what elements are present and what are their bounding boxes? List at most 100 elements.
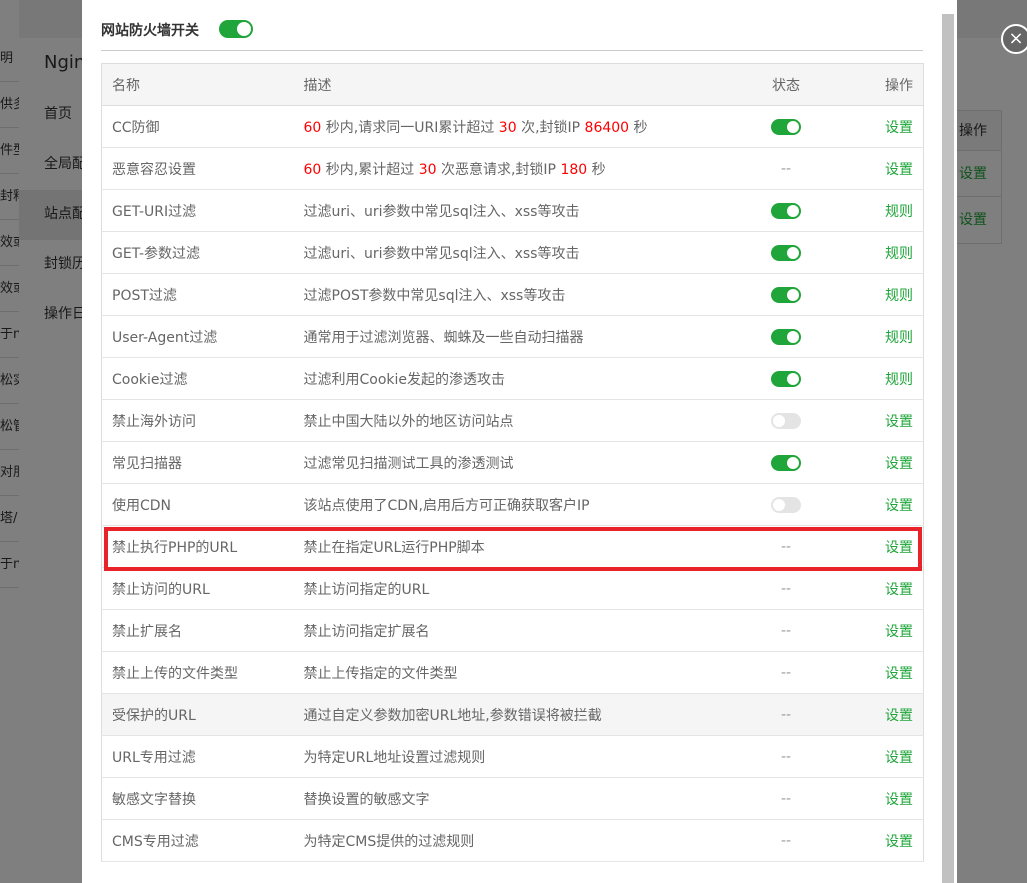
rule-settings-link[interactable]: 设置 bbox=[885, 162, 913, 178]
rule-operation-cell: 规则 bbox=[828, 231, 924, 274]
rule-status-toggle[interactable] bbox=[771, 118, 801, 135]
table-row: Cookie过滤 过滤利用Cookie发起的渗透攻击 规则 bbox=[101, 357, 924, 400]
table-row: POST过滤 过滤POST参数中常见sql注入、xss等攻击 规则 bbox=[101, 273, 924, 316]
rule-status-toggle[interactable] bbox=[771, 328, 801, 345]
rule-status-cell bbox=[743, 315, 829, 358]
rule-status-cell bbox=[743, 357, 829, 400]
rule-rules-link[interactable]: 规则 bbox=[885, 246, 913, 262]
rule-status-cell bbox=[743, 441, 829, 484]
rule-settings-link[interactable]: 设置 bbox=[885, 834, 913, 850]
rule-name: 禁止上传的文件类型 bbox=[101, 651, 294, 694]
rule-settings-link[interactable]: 设置 bbox=[885, 666, 913, 682]
rule-status-toggle[interactable] bbox=[771, 370, 801, 387]
firewall-switch-header: 网站防火墙开关 bbox=[101, 16, 923, 51]
rule-status-text: -- bbox=[780, 706, 792, 723]
rule-description: 替换设置的敏感文字 bbox=[293, 777, 744, 820]
rule-name: 敏感文字替换 bbox=[101, 777, 294, 820]
table-row: URL专用过滤 为特定URL地址设置过滤规则 -- 设置 bbox=[101, 735, 924, 778]
rule-description: 60 秒内,累计超过 30 次恶意请求,封锁IP 180 秒 bbox=[293, 147, 744, 190]
rule-parameter-value: 30 bbox=[498, 119, 517, 136]
rule-name: 禁止扩展名 bbox=[101, 609, 294, 652]
rule-description: 禁止访问指定扩展名 bbox=[293, 609, 744, 652]
rule-rules-link[interactable]: 规则 bbox=[885, 330, 913, 346]
rule-operation-cell: 设置 bbox=[828, 483, 924, 526]
rule-parameter-value: 86400 bbox=[584, 119, 630, 136]
rule-status-placeholder: -- bbox=[743, 147, 829, 190]
rule-settings-link[interactable]: 设置 bbox=[885, 624, 913, 640]
rule-description-text: 秒 bbox=[629, 119, 648, 136]
rule-operation-cell: 设置 bbox=[828, 609, 924, 652]
rule-settings-link[interactable]: 设置 bbox=[885, 414, 913, 430]
table-row: 禁止上传的文件类型 禁止上传指定的文件类型 -- 设置 bbox=[101, 651, 924, 694]
rule-settings-link[interactable]: 设置 bbox=[885, 750, 913, 766]
column-header-name: 名称 bbox=[101, 63, 294, 106]
rule-settings-link[interactable]: 设置 bbox=[885, 120, 913, 136]
rule-description: 禁止访问指定的URL bbox=[293, 567, 744, 610]
rule-parameter-value: 60 bbox=[303, 119, 322, 136]
rule-name: 受保护的URL bbox=[101, 693, 294, 736]
rule-name: GET-URI过滤 bbox=[101, 189, 294, 232]
rule-operation-cell: 设置 bbox=[828, 693, 924, 736]
rule-rules-link[interactable]: 规则 bbox=[885, 204, 913, 220]
rule-description: 过滤利用Cookie发起的渗透攻击 bbox=[293, 357, 744, 400]
rule-name: User-Agent过滤 bbox=[101, 315, 294, 358]
rule-rules-link[interactable]: 规则 bbox=[885, 288, 913, 304]
rule-operation-cell: 设置 bbox=[828, 525, 924, 568]
dialog-scrollbar[interactable] bbox=[942, 14, 954, 883]
rule-settings-link[interactable]: 设置 bbox=[885, 708, 913, 724]
rule-status-placeholder: -- bbox=[743, 609, 829, 652]
rule-operation-cell: 设置 bbox=[828, 819, 924, 862]
rule-description: 过滤uri、uri参数中常见sql注入、xss等攻击 bbox=[293, 189, 744, 232]
rule-status-text: -- bbox=[780, 160, 792, 177]
table-row: GET-URI过滤 过滤uri、uri参数中常见sql注入、xss等攻击 规则 bbox=[101, 189, 924, 232]
rule-status-placeholder: -- bbox=[743, 693, 829, 736]
rule-status-toggle[interactable] bbox=[771, 286, 801, 303]
rule-name: 恶意容忍设置 bbox=[101, 147, 294, 190]
rule-status-toggle[interactable] bbox=[771, 412, 801, 429]
table-row: 禁止扩展名 禁止访问指定扩展名 -- 设置 bbox=[101, 609, 924, 652]
rule-settings-link[interactable]: 设置 bbox=[885, 498, 913, 514]
table-row: 恶意容忍设置 60 秒内,累计超过 30 次恶意请求,封锁IP 180 秒 -- 设置 bbox=[101, 147, 924, 190]
rule-name: CC防御 bbox=[101, 105, 294, 148]
rule-status-text: -- bbox=[780, 622, 792, 639]
rule-name: 常见扫描器 bbox=[101, 441, 294, 484]
rule-status-text: -- bbox=[780, 580, 792, 597]
rule-name: 禁止海外访问 bbox=[101, 399, 294, 442]
rule-description: 过滤POST参数中常见sql注入、xss等攻击 bbox=[293, 273, 744, 316]
rule-parameter-value: 30 bbox=[418, 161, 437, 178]
rule-description: 通过自定义参数加密URL地址,参数错误将被拦截 bbox=[293, 693, 744, 736]
rule-settings-link[interactable]: 设置 bbox=[885, 582, 913, 598]
rule-description: 禁止上传指定的文件类型 bbox=[293, 651, 744, 694]
rule-operation-cell: 设置 bbox=[828, 735, 924, 778]
rule-description: 禁止中国大陆以外的地区访问站点 bbox=[293, 399, 744, 442]
rule-operation-cell: 规则 bbox=[828, 189, 924, 232]
rule-settings-link[interactable]: 设置 bbox=[885, 792, 913, 808]
rule-status-toggle[interactable] bbox=[771, 454, 801, 471]
rule-settings-link[interactable]: 设置 bbox=[885, 456, 913, 472]
rule-status-toggle[interactable] bbox=[771, 202, 801, 219]
close-icon[interactable]: × bbox=[1001, 24, 1027, 54]
rule-settings-link[interactable]: 设置 bbox=[885, 540, 913, 556]
rule-status-placeholder: -- bbox=[743, 819, 829, 862]
rule-status-text: -- bbox=[780, 538, 792, 555]
rule-operation-cell: 规则 bbox=[828, 315, 924, 358]
rule-status-cell bbox=[743, 231, 829, 274]
rule-name: Cookie过滤 bbox=[101, 357, 294, 400]
rule-description-text: 秒内,请求同一URI累计超过 bbox=[321, 119, 499, 136]
rule-status-cell bbox=[743, 273, 829, 316]
table-row: 受保护的URL 通过自定义参数加密URL地址,参数错误将被拦截 -- 设置 bbox=[101, 693, 924, 736]
rule-operation-cell: 规则 bbox=[828, 273, 924, 316]
rule-description: 为特定CMS提供的过滤规则 bbox=[293, 819, 744, 862]
rule-status-cell bbox=[743, 483, 829, 526]
column-header-operation: 操作 bbox=[828, 63, 924, 106]
rule-name: GET-参数过滤 bbox=[101, 231, 294, 274]
firewall-switch-toggle[interactable] bbox=[219, 20, 253, 38]
rule-status-toggle[interactable] bbox=[771, 496, 801, 513]
rule-status-toggle[interactable] bbox=[771, 244, 801, 261]
rule-description: 该站点使用了CDN,启用后方可正确获取客户IP bbox=[293, 483, 744, 526]
rule-status-cell bbox=[743, 399, 829, 442]
table-row: CC防御 60 秒内,请求同一URI累计超过 30 次,封锁IP 86400 秒设… bbox=[101, 105, 924, 148]
rule-rules-link[interactable]: 规则 bbox=[885, 372, 913, 388]
table-row: 敏感文字替换 替换设置的敏感文字 -- 设置 bbox=[101, 777, 924, 820]
rule-status-cell bbox=[743, 189, 829, 232]
